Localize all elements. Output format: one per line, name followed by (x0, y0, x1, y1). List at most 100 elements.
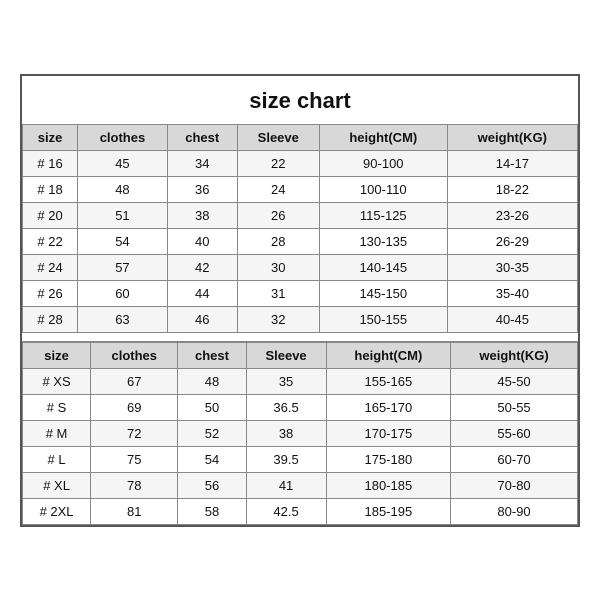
table-cell: 52 (178, 420, 246, 446)
table-cell: # 22 (23, 228, 78, 254)
table-cell: # 24 (23, 254, 78, 280)
table-cell: 170-175 (326, 420, 450, 446)
col-header: height(CM) (326, 342, 450, 369)
table-cell: 72 (91, 420, 178, 446)
table-cell: 69 (91, 394, 178, 420)
table-row: # 24574230140-14530-35 (23, 254, 578, 280)
table-cell: 81 (91, 498, 178, 524)
table-cell: 22 (237, 150, 319, 176)
table-row: # S695036.5165-17050-55 (23, 394, 578, 420)
table-cell: 58 (178, 498, 246, 524)
table-cell: 54 (78, 228, 168, 254)
table-cell: 60 (78, 280, 168, 306)
table-cell: 56 (178, 472, 246, 498)
table-cell: 185-195 (326, 498, 450, 524)
table-cell: 78 (91, 472, 178, 498)
table-cell: 45-50 (451, 368, 578, 394)
table-cell: 130-135 (319, 228, 447, 254)
table-cell: 40 (167, 228, 237, 254)
size-table-2: sizeclotheschestSleeveheight(CM)weight(K… (22, 341, 578, 525)
table-cell: # XS (23, 368, 91, 394)
table1-header: sizeclotheschestSleeveheight(CM)weight(K… (23, 124, 578, 150)
table-cell: 145-150 (319, 280, 447, 306)
table-cell: 180-185 (326, 472, 450, 498)
table-cell: 50 (178, 394, 246, 420)
table-cell: 42 (167, 254, 237, 280)
table-cell: 80-90 (451, 498, 578, 524)
col-header: Sleeve (237, 124, 319, 150)
table-cell: 35-40 (447, 280, 577, 306)
table-cell: 150-155 (319, 306, 447, 332)
table-cell: 44 (167, 280, 237, 306)
table-row: # 22544028130-13526-29 (23, 228, 578, 254)
table-cell: 23-26 (447, 202, 577, 228)
table-cell: 26 (237, 202, 319, 228)
table-cell: # 20 (23, 202, 78, 228)
table-row: # 2XL815842.5185-19580-90 (23, 498, 578, 524)
table-cell: 41 (246, 472, 326, 498)
table1-body: # 1645342290-10014-17# 18483624100-11018… (23, 150, 578, 332)
table-cell: 70-80 (451, 472, 578, 498)
table-cell: 28 (237, 228, 319, 254)
col-header: chest (178, 342, 246, 369)
table-cell: 155-165 (326, 368, 450, 394)
table-cell: 48 (178, 368, 246, 394)
table-cell: 55-60 (451, 420, 578, 446)
table-cell: 75 (91, 446, 178, 472)
table-cell: 51 (78, 202, 168, 228)
table-cell: 38 (246, 420, 326, 446)
table-cell: 34 (167, 150, 237, 176)
col-header: height(CM) (319, 124, 447, 150)
table-cell: 45 (78, 150, 168, 176)
table-cell: 14-17 (447, 150, 577, 176)
table-cell: 63 (78, 306, 168, 332)
table-cell: 24 (237, 176, 319, 202)
table-row: # XS674835155-16545-50 (23, 368, 578, 394)
table-cell: 50-55 (451, 394, 578, 420)
table-cell: 26-29 (447, 228, 577, 254)
table-cell: # 18 (23, 176, 78, 202)
col-header: Sleeve (246, 342, 326, 369)
table-cell: 67 (91, 368, 178, 394)
table-cell: 38 (167, 202, 237, 228)
table2-body: # XS674835155-16545-50# S695036.5165-170… (23, 368, 578, 524)
table-row: # M725238170-17555-60 (23, 420, 578, 446)
col-header: clothes (78, 124, 168, 150)
table-row: # 26604431145-15035-40 (23, 280, 578, 306)
col-header: size (23, 124, 78, 150)
table-cell: 54 (178, 446, 246, 472)
table-cell: 42.5 (246, 498, 326, 524)
table-cell: 57 (78, 254, 168, 280)
table-cell: 165-170 (326, 394, 450, 420)
table-cell: 31 (237, 280, 319, 306)
table-cell: 175-180 (326, 446, 450, 472)
table-row: # 1645342290-10014-17 (23, 150, 578, 176)
table-cell: 39.5 (246, 446, 326, 472)
table-cell: # 16 (23, 150, 78, 176)
col-header: weight(KG) (451, 342, 578, 369)
table-row: # XL785641180-18570-80 (23, 472, 578, 498)
table-row: # L755439.5175-18060-70 (23, 446, 578, 472)
table-cell: 36.5 (246, 394, 326, 420)
table-cell: 90-100 (319, 150, 447, 176)
table-cell: # 2XL (23, 498, 91, 524)
col-header: clothes (91, 342, 178, 369)
size-chart-container: size chart sizeclotheschestSleeveheight(… (20, 74, 580, 527)
table-cell: 30 (237, 254, 319, 280)
col-header: weight(KG) (447, 124, 577, 150)
chart-title: size chart (22, 76, 578, 124)
table-cell: 140-145 (319, 254, 447, 280)
table-cell: # L (23, 446, 91, 472)
table-cell: # S (23, 394, 91, 420)
col-header: size (23, 342, 91, 369)
table-cell: # XL (23, 472, 91, 498)
table-cell: 18-22 (447, 176, 577, 202)
col-header: chest (167, 124, 237, 150)
table-cell: 30-35 (447, 254, 577, 280)
table-row: # 18483624100-11018-22 (23, 176, 578, 202)
table-cell: 48 (78, 176, 168, 202)
table-cell: 32 (237, 306, 319, 332)
table-cell: # M (23, 420, 91, 446)
table-cell: # 28 (23, 306, 78, 332)
table-cell: 60-70 (451, 446, 578, 472)
